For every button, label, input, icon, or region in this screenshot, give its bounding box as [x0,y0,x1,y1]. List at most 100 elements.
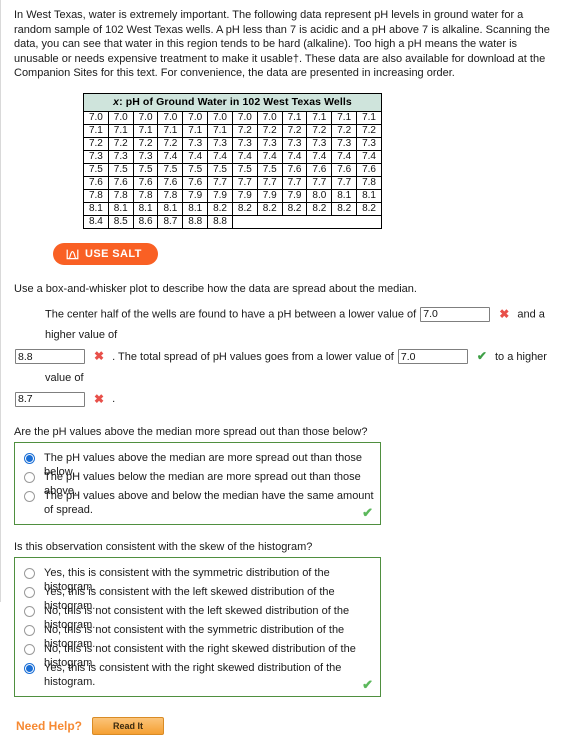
table-cell: 7.2 [231,123,258,138]
table-row: 7.2 7.2 7.2 7.2 7.3 7.3 7.3 7.3 7.3 7.3 7.3 7.3 [83,136,382,151]
option-row[interactable]: Yes, this is consistent with the left sk… [15,583,380,612]
fill-in-block: The center half of the wells are found t… [15,304,565,410]
question-1-text: Are the pH values above the median more … [14,426,368,439]
distribution-curve-icon [66,248,79,260]
table-cell: 8.2 [331,201,358,216]
table-row: 8.4 8.5 8.6 8.7 8.8 8.8 [83,214,382,229]
question-2-text: Is this observation consistent with the … [14,541,313,554]
option-row[interactable]: Yes, this is consistent with the symmetr… [15,564,380,593]
option-row[interactable]: The pH values above the median are more … [15,449,380,478]
table-cell: 7.9 [207,188,233,203]
table-cell: 8.1 [83,201,109,216]
fill-line-3-wrapper: ✖ . [14,391,116,407]
table-cell: 7.3 [207,136,233,151]
upper-quartile-input[interactable] [15,349,85,365]
table-cell: 7.3 [331,136,358,151]
table-cell: 7.6 [132,175,159,190]
table-cell: 7.1 [331,110,358,125]
table-cell: 7.4 [256,149,283,164]
fill-line-2-wrapper: ✖ . The total spread of pH values goes f… [14,349,547,384]
radio-button-selected[interactable] [24,663,35,675]
need-help-label: Need Help? [16,719,83,734]
table-cell: 7.0 [132,110,159,125]
question-content: In West Texas, water is extremely import… [14,0,562,735]
table-cell: 7.1 [306,110,333,125]
radio-button[interactable] [24,568,35,580]
table-cell: 7.5 [132,162,159,177]
table-cell: 7.6 [107,175,134,190]
table-caption-text: : pH of Ground Water in 102 West Texas W… [119,95,352,108]
min-value-input[interactable] [397,349,468,365]
table-row: 7.6 7.6 7.6 7.6 7.6 7.7 7.7 7.7 7.7 7.7 7.7 7.8 [83,175,382,190]
table-cell: 7.1 [182,123,209,138]
table-cell: 7.8 [157,188,184,203]
table-cell: 7.2 [132,136,159,151]
option-row[interactable]: No, this is not consistent with the left… [15,602,380,631]
table-cell: 7.8 [132,188,159,203]
use-salt-button[interactable]: USE SALT [53,242,158,265]
table-cell: 7.3 [83,149,109,164]
table-cell: 7.8 [107,188,134,203]
table-cell: 8.1 [182,201,209,216]
table-cell: 8.2 [256,201,283,216]
option-row[interactable]: No, this is not consistent with the righ… [15,640,380,669]
option-row[interactable]: Yes, this is consistent with the right s… [15,659,380,688]
table-cell: 7.7 [207,175,233,190]
radio-button-selected[interactable] [24,453,35,465]
table-cell: 8.1 [132,201,159,216]
option-row[interactable]: The pH values above and below the median… [15,487,380,516]
read-it-button[interactable]: Read It [92,717,165,735]
table-cell: 8.1 [107,201,134,216]
table-cell: 7.3 [256,136,283,151]
table-cell: 7.4 [306,149,333,164]
table-cell: 8.1 [356,188,382,203]
table-cell: 7.9 [281,188,308,203]
radio-button[interactable] [24,472,35,484]
option-label: The pH values above and below the median… [44,490,374,517]
table-cell: 7.1 [281,110,308,125]
table-cell: 7.8 [83,188,109,203]
table-cell: 7.0 [231,110,258,125]
table-row: 7.0 7.0 7.0 7.0 7.0 7.0 7.0 7.0 7.1 7.1 7.1 7.1 [83,110,382,125]
table-cell: 7.6 [356,162,382,177]
table-cell: 7.1 [132,123,159,138]
salt-button-wrapper: USE SALT [53,242,562,265]
radio-button[interactable] [24,625,35,637]
boxplot-prompt: Use a box-and-whisker plot to describe h… [14,282,417,295]
lower-quartile-input[interactable] [420,306,491,322]
table-cell: 7.2 [83,136,109,151]
radio-button[interactable] [24,491,35,503]
table-cell: 7.2 [157,136,184,151]
table-cell: 7.0 [182,110,209,125]
table-cell: 7.7 [331,175,358,190]
radio-button[interactable] [24,587,35,599]
table-cell: 7.9 [256,188,283,203]
table-cell: 7.3 [281,136,308,151]
table-cell: 7.4 [331,149,358,164]
table-cell: 7.5 [256,162,283,177]
radio-button[interactable] [24,644,35,656]
table-cell: 7.4 [182,149,209,164]
table-cell: 7.0 [256,110,283,125]
table-caption: x: pH of Ground Water in 102 West Texas … [83,92,382,112]
ph-data-table: x: pH of Ground Water in 102 West Texas … [83,92,382,229]
option-row[interactable]: No, this is not consistent with the symm… [15,621,380,650]
use-salt-label: USE SALT [85,247,142,260]
radio-button[interactable] [24,606,35,618]
table-cell: 8.2 [356,201,382,216]
max-value-input[interactable] [15,391,85,407]
table-cell: 7.2 [256,123,283,138]
table-cell: 7.3 [231,136,258,151]
table-cell: 7.2 [356,123,382,138]
lower-quartile-status-icon: ✖ [499,306,510,321]
table-cell: 7.5 [182,162,209,177]
table-row: 7.3 7.3 7.3 7.4 7.4 7.4 7.4 7.4 7.4 7.4 7.4 7.4 [83,149,382,164]
table-cell-empty [356,215,382,229]
question-1-option-list: The pH values above the median are more … [15,449,380,516]
table-cell: 8.2 [207,201,233,216]
option-row[interactable]: The pH values below the median are more … [15,468,380,497]
table-cell: 8.7 [157,214,184,229]
table-cell: 8.4 [83,214,109,229]
fill-text-5: . [112,393,116,406]
table-cell: 8.8 [207,214,233,229]
